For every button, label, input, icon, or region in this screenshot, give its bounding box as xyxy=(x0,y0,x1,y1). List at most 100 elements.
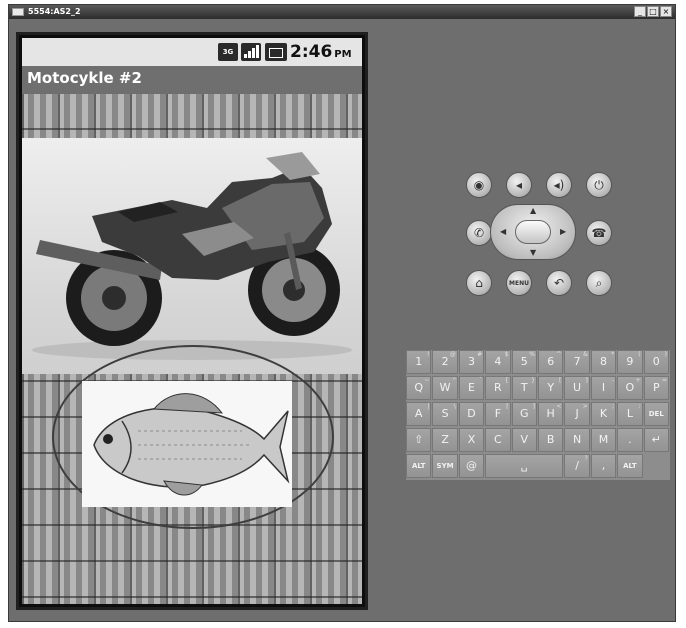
key-label: 4 xyxy=(494,355,502,368)
key-↵[interactable]: ↵ xyxy=(643,428,669,452)
key-label: D xyxy=(467,407,476,420)
key-y[interactable]: Y[ xyxy=(538,376,564,400)
dpad-up-icon[interactable]: ▲ xyxy=(530,206,536,215)
key-label: ⇧ xyxy=(414,433,424,446)
key-label: S xyxy=(441,407,449,420)
key-label: 1 xyxy=(415,355,423,368)
dpad-left-icon[interactable]: ◀ xyxy=(500,227,506,236)
key-8[interactable]: 8 * xyxy=(590,350,617,374)
dpad-right-icon[interactable]: ▶ xyxy=(560,227,566,236)
back-icon[interactable]: ↶ xyxy=(546,270,572,296)
key-w[interactable]: W " xyxy=(432,376,458,400)
key-9[interactable]: 9( xyxy=(617,350,643,374)
search-icon[interactable]: ⌕ xyxy=(586,270,612,296)
maximize-button[interactable]: □ xyxy=(647,6,659,17)
key-alt-label: = xyxy=(661,377,667,384)
key-6[interactable]: 6 ^ xyxy=(538,350,564,374)
key-i[interactable]: I- xyxy=(590,376,617,400)
camera-icon[interactable]: ◉ xyxy=(466,172,492,198)
power-icon[interactable]: ⏻ xyxy=(586,172,612,198)
close-button[interactable]: × xyxy=(660,6,672,17)
key-alt-label: * xyxy=(611,351,615,358)
key-alt[interactable]: ALT xyxy=(617,454,643,478)
key-label: DEL xyxy=(648,410,664,418)
key-v[interactable]: V xyxy=(511,428,537,452)
key-label: ALT xyxy=(623,462,637,470)
key-b[interactable]: B xyxy=(538,428,564,452)
key-u[interactable]: U] xyxy=(564,376,590,400)
key-p[interactable]: P = xyxy=(643,376,669,400)
key-label: R xyxy=(494,381,502,394)
volume-down-icon[interactable]: ◂ xyxy=(506,172,532,198)
key-label: ALT xyxy=(411,462,426,470)
key-label: I xyxy=(601,381,606,394)
home-icon[interactable]: ⌂ xyxy=(466,270,492,296)
call-icon[interactable]: ✆ xyxy=(466,220,492,246)
key-t[interactable]: T} xyxy=(511,376,537,400)
key-label: 3 xyxy=(467,355,475,368)
clock-ampm: PM xyxy=(334,49,352,60)
key-0[interactable]: 0) xyxy=(643,350,669,374)
key-h[interactable]: H < xyxy=(538,402,564,426)
key-4[interactable]: 4 $ xyxy=(485,350,511,374)
key-label: 9 xyxy=(626,355,634,368)
key-z[interactable]: Z xyxy=(432,428,458,452)
key-5[interactable]: 5% xyxy=(511,350,537,374)
window-title-bar[interactable]: 5554:AS2_2 _ □ × xyxy=(9,5,675,19)
key-alt-label: \ xyxy=(453,403,456,410)
key-e[interactable]: E ` xyxy=(458,376,485,400)
key-alt-label: ] xyxy=(532,403,535,410)
key-alt-label: ; xyxy=(612,403,615,410)
volume-up-icon[interactable]: ◂) xyxy=(546,172,572,198)
key-label: K xyxy=(599,407,608,420)
key-alt[interactable]: ALT xyxy=(406,454,432,478)
key-s[interactable]: S \ xyxy=(432,402,458,426)
dpad-center-button[interactable] xyxy=(515,220,551,244)
key-2[interactable]: 2 @ xyxy=(432,350,458,374)
end-call-icon[interactable]: ☎ xyxy=(586,220,612,246)
key-label: N xyxy=(572,433,582,446)
key-c[interactable]: C xyxy=(485,428,511,452)
3g-icon: 3G xyxy=(218,43,238,61)
key-at[interactable]: @ xyxy=(458,454,485,478)
key-alt-label: ( xyxy=(638,351,641,358)
key-alt-label: : xyxy=(638,403,641,410)
window-controls: _ □ × xyxy=(634,6,672,17)
key-d[interactable]: D xyxy=(458,402,485,426)
key-g[interactable]: G] xyxy=(511,402,537,426)
key-comma[interactable]: , xyxy=(590,454,617,478)
window-title: 5554:AS2_2 xyxy=(28,7,81,16)
key-7[interactable]: 7 & xyxy=(564,350,590,374)
key-.[interactable]: . xyxy=(617,428,643,452)
key-x[interactable]: X xyxy=(458,428,485,452)
key-label: 6 xyxy=(547,355,555,368)
key-q[interactable]: Q ~ xyxy=(406,376,432,400)
key-label: SYM xyxy=(436,462,454,470)
key-slash[interactable]: /? xyxy=(564,454,590,478)
key-j[interactable]: J > xyxy=(564,402,590,426)
key-m[interactable]: M xyxy=(590,428,617,452)
key-1[interactable]: 1! xyxy=(406,350,432,374)
key-space[interactable]: ␣ xyxy=(485,454,564,478)
key-⇧[interactable]: ⇧ xyxy=(406,428,432,452)
key-k[interactable]: K; xyxy=(590,402,617,426)
key-f[interactable]: F[ xyxy=(485,402,511,426)
status-clock: 2:46 PM xyxy=(290,42,352,65)
key-l[interactable]: L: xyxy=(617,402,643,426)
key-label: 7 xyxy=(573,355,581,368)
key-label: 0 xyxy=(652,355,660,368)
dpad-down-icon[interactable]: ▼ xyxy=(530,248,536,257)
key-sym[interactable]: SYM xyxy=(432,454,458,478)
key-del[interactable]: DEL xyxy=(643,402,669,426)
menu-button[interactable]: MENU xyxy=(506,270,532,296)
window-app-icon xyxy=(12,8,24,16)
key-a[interactable]: A | xyxy=(406,402,432,426)
app-title: Motocykle #2 xyxy=(27,69,142,87)
key-n[interactable]: N xyxy=(564,428,590,452)
key-label: E xyxy=(468,381,475,394)
key-3[interactable]: 3 # xyxy=(458,350,485,374)
key-r[interactable]: R{ xyxy=(485,376,511,400)
key-o[interactable]: O + xyxy=(617,376,643,400)
key-label: U xyxy=(573,381,582,394)
minimize-button[interactable]: _ xyxy=(634,6,646,17)
